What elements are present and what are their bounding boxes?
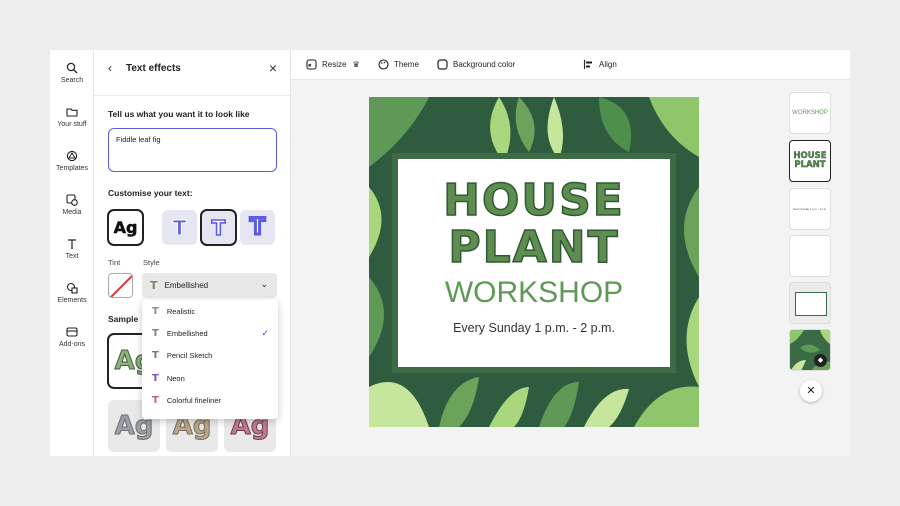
layer-thumb-6[interactable]: ◆ bbox=[789, 329, 831, 371]
title-card[interactable]: HOUSE PLANT WORKSHOP Every Sunday 1 p.m.… bbox=[392, 153, 676, 373]
rail-text-label: Text bbox=[65, 253, 79, 260]
layer-thumb-5-frame bbox=[795, 292, 827, 316]
rail-media[interactable]: Media bbox=[50, 194, 94, 216]
resize-label: Resize bbox=[322, 60, 347, 69]
menu-item-label: Pencil Sketch bbox=[166, 351, 213, 361]
style-label: Style bbox=[143, 258, 160, 267]
align-label: Align bbox=[599, 60, 617, 69]
checkmark-icon: ✓ bbox=[261, 327, 269, 338]
menu-item-realistic[interactable]: T Realistic bbox=[142, 300, 278, 322]
rail-your-stuff[interactable]: Your stuff bbox=[50, 106, 94, 128]
tint-label: Tint bbox=[108, 258, 121, 267]
elements-icon bbox=[66, 282, 78, 294]
menu-item-label: Colorful fineliner bbox=[166, 395, 222, 405]
menu-item-embellished[interactable]: T Embellished ✓ bbox=[142, 322, 278, 344]
folder-icon bbox=[66, 108, 78, 117]
effect-preview-ag[interactable]: Ag bbox=[107, 209, 144, 246]
layer-thumb-1[interactable]: WORKSHOP bbox=[789, 92, 831, 134]
menu-item-label: Embellished bbox=[166, 328, 208, 338]
search-icon bbox=[66, 62, 78, 74]
customise-heading: Customise your text: bbox=[108, 188, 193, 198]
theme-button[interactable]: Theme bbox=[378, 59, 419, 70]
design-title-house: HOUSE bbox=[442, 175, 625, 226]
layer-thumb-4[interactable] bbox=[789, 235, 831, 277]
layer-thumb-1-text: WORKSHOP bbox=[792, 110, 828, 116]
rail-your-stuff-label: Your stuff bbox=[57, 121, 87, 128]
menu-item-neon[interactable]: T Neon bbox=[142, 367, 278, 389]
layer-thumb-2[interactable]: HOUSE PLANT bbox=[789, 140, 831, 182]
rail-addons-label: Add-ons bbox=[58, 341, 86, 348]
rail-addons[interactable]: Add-ons bbox=[50, 326, 94, 348]
palette-icon bbox=[378, 59, 389, 70]
back-arrow-icon[interactable]: ‹ bbox=[108, 61, 112, 75]
menu-item-label: Neon bbox=[166, 373, 185, 383]
style-selected-value: Embellished bbox=[164, 281, 209, 290]
close-thumbnails-button[interactable]: ✕ bbox=[800, 380, 822, 402]
addons-icon bbox=[66, 327, 78, 337]
crown-icon: ♛ bbox=[352, 60, 360, 69]
color-swatch-icon bbox=[437, 59, 448, 70]
align-icon bbox=[583, 60, 592, 69]
top-toolbar: Resize ♛ Theme Background color Align bbox=[291, 50, 850, 80]
neon-thumb-icon: T bbox=[152, 372, 159, 384]
background-color-button[interactable]: Background color bbox=[437, 59, 515, 70]
background-color-label: Background color bbox=[453, 60, 516, 69]
theme-label: Theme bbox=[394, 60, 419, 69]
left-rail: Search Your stuff Templates Media Text E… bbox=[50, 50, 94, 456]
style-dropdown[interactable]: T Embellished ⌄ bbox=[142, 273, 277, 298]
embellished-thumb-icon: T bbox=[150, 279, 158, 292]
effect-glyph: T bbox=[211, 215, 226, 241]
layer-thumb-3[interactable]: Every Sunday 1 p.m. - 2 p.m. bbox=[789, 188, 831, 230]
chevron-down-icon: ⌄ bbox=[260, 279, 268, 289]
layer-thumb-3-text: Every Sunday 1 p.m. - 2 p.m. bbox=[793, 208, 827, 211]
rail-templates-label: Templates bbox=[56, 165, 88, 172]
effect-shape-plain[interactable]: T bbox=[162, 210, 197, 245]
resize-icon bbox=[306, 59, 317, 70]
close-icon[interactable]: × bbox=[269, 60, 277, 76]
panel-header: ‹ Text effects × bbox=[94, 50, 290, 96]
effect-preview-text: Ag bbox=[113, 218, 138, 238]
rail-media-label: Media bbox=[62, 209, 82, 216]
sample-heading: Sample bbox=[108, 314, 139, 324]
prompt-heading: Tell us what you want it to look like bbox=[108, 109, 250, 119]
rail-text[interactable]: Text bbox=[50, 238, 94, 260]
rail-search-label: Search bbox=[60, 77, 84, 84]
resize-button[interactable]: Resize ♛ bbox=[306, 59, 360, 70]
media-icon bbox=[66, 194, 78, 206]
pencil-sketch-thumb-icon: T bbox=[152, 350, 159, 362]
rail-search[interactable]: Search bbox=[50, 62, 94, 84]
style-dropdown-menu: T Realistic T Embellished ✓ T Pencil Ske… bbox=[142, 300, 278, 419]
effect-glyph: T bbox=[172, 215, 187, 240]
templates-icon bbox=[66, 150, 78, 162]
menu-item-label: Realistic bbox=[166, 306, 196, 316]
rail-templates[interactable]: Templates bbox=[50, 150, 94, 172]
tint-swatch-none[interactable] bbox=[108, 273, 133, 298]
effect-shape-outline[interactable]: T bbox=[200, 209, 237, 246]
menu-item-pencil-sketch[interactable]: T Pencil Sketch bbox=[142, 345, 278, 367]
layers-icon: ◆ bbox=[814, 354, 827, 367]
design-subtitle-schedule: Every Sunday 1 p.m. - 2 p.m. bbox=[453, 321, 615, 335]
align-button[interactable]: Align bbox=[583, 59, 617, 70]
layer-thumb-2-text-b: PLANT bbox=[794, 160, 826, 170]
rail-elements[interactable]: Elements bbox=[50, 282, 94, 304]
close-icon: ✕ bbox=[806, 385, 816, 397]
layer-thumb-5[interactable] bbox=[789, 282, 831, 324]
prompt-input[interactable]: Fiddle leaf fig bbox=[108, 128, 277, 172]
effect-glyph: T bbox=[248, 214, 266, 242]
realistic-thumb-icon: T bbox=[152, 305, 159, 317]
app-window: Search Your stuff Templates Media Text E… bbox=[50, 50, 850, 456]
design-canvas[interactable]: HOUSE PLANT WORKSHOP Every Sunday 1 p.m.… bbox=[369, 97, 699, 427]
rail-elements-label: Elements bbox=[57, 297, 87, 304]
panel-title: Text effects bbox=[126, 63, 181, 74]
effect-shape-thick[interactable]: T bbox=[240, 210, 275, 245]
colorful-fineliner-thumb-icon: T bbox=[152, 394, 159, 406]
design-title-workshop: WORKSHOP bbox=[444, 276, 624, 309]
design-title-plant: PLANT bbox=[448, 222, 620, 273]
text-icon bbox=[68, 239, 76, 249]
embellished-thumb-icon: T bbox=[152, 327, 159, 339]
menu-item-colorful-fineliner[interactable]: T Colorful fineliner bbox=[142, 389, 278, 411]
